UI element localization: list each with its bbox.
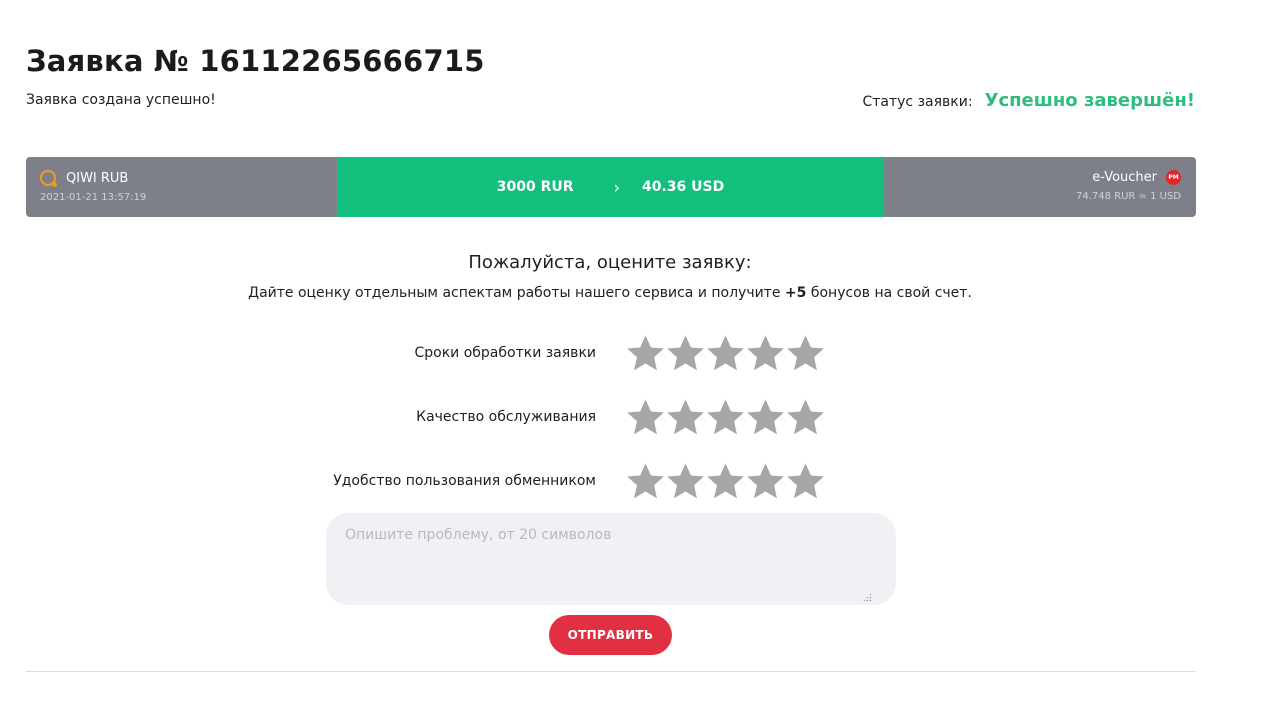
rating-title: Пожалуйста, оцените заявку: <box>468 252 752 273</box>
criterion-label: Качество обслуживания <box>416 409 596 425</box>
rating-description: Дайте оценку отдельным аспектам работы н… <box>0 285 1220 301</box>
perfect-money-icon: PM <box>1166 170 1181 185</box>
star-icon[interactable] <box>786 334 825 373</box>
resize-grip-icon[interactable] <box>863 593 872 602</box>
chevron-right-icon: › <box>613 177 620 197</box>
order-status: Статус заявки: Успешно завершён! <box>862 90 1195 111</box>
comment-textarea[interactable] <box>326 513 896 605</box>
star-icon[interactable] <box>746 334 785 373</box>
star-icon[interactable] <box>626 462 665 501</box>
qiwi-icon <box>40 170 57 187</box>
star-rating <box>626 334 825 373</box>
to-currency-name: e-Voucher <box>1092 170 1157 185</box>
order-created-message: Заявка создана успешно! <box>26 92 216 108</box>
status-value: Успешно завершён! <box>984 90 1195 111</box>
criterion-label: Удобство пользования обменником <box>333 473 596 489</box>
star-icon[interactable] <box>706 462 745 501</box>
star-icon[interactable] <box>786 398 825 437</box>
star-rating <box>626 398 825 437</box>
page-title: Заявка № 16112265666715 <box>26 44 485 78</box>
star-icon[interactable] <box>746 398 785 437</box>
star-icon[interactable] <box>666 334 705 373</box>
bonus-amount: +5 <box>784 285 807 301</box>
exchange-rate: 74.748 RUR = 1 USD <box>1075 191 1181 202</box>
exchange-from: QIWI RUB 2021-01-21 13:57:19 <box>40 170 146 203</box>
star-icon[interactable] <box>666 398 705 437</box>
exchange-amounts: 3000 RUR › 40.36 USD <box>337 157 884 217</box>
star-icon[interactable] <box>706 398 745 437</box>
star-icon[interactable] <box>746 462 785 501</box>
divider <box>26 671 1196 672</box>
order-date: 2021-01-21 13:57:19 <box>40 192 147 203</box>
star-rating <box>626 462 825 501</box>
star-icon[interactable] <box>786 462 825 501</box>
submit-button[interactable]: ОТПРАВИТЬ <box>549 615 672 655</box>
criterion-label: Сроки обработки заявки <box>414 345 596 361</box>
rating-description-text: Дайте оценку отдельным аспектам работы н… <box>248 285 785 301</box>
rating-description-tail: бонусов на свой счет. <box>806 285 972 301</box>
status-label: Статус заявки: <box>862 94 973 110</box>
rating-criterion-usability: Удобство пользования обменником <box>200 461 825 501</box>
rating-criterion-service-quality: Качество обслуживания <box>200 397 825 437</box>
order-page: Заявка № 16112265666715 Заявка создана у… <box>0 0 1275 708</box>
amount-to: 40.36 USD <box>641 179 725 195</box>
star-icon[interactable] <box>666 462 705 501</box>
from-currency-name: QIWI RUB <box>66 170 129 186</box>
exchange-summary-bar: QIWI RUB 2021-01-21 13:57:19 3000 RUR › … <box>26 157 1196 217</box>
star-icon[interactable] <box>706 334 745 373</box>
star-icon[interactable] <box>626 334 665 373</box>
rating-criterion-processing-time: Сроки обработки заявки <box>200 333 825 373</box>
star-icon[interactable] <box>626 398 665 437</box>
amount-from: 3000 RUR <box>496 179 574 195</box>
exchange-to: e-Voucher PM 74.748 RUR = 1 USD <box>1076 170 1181 202</box>
